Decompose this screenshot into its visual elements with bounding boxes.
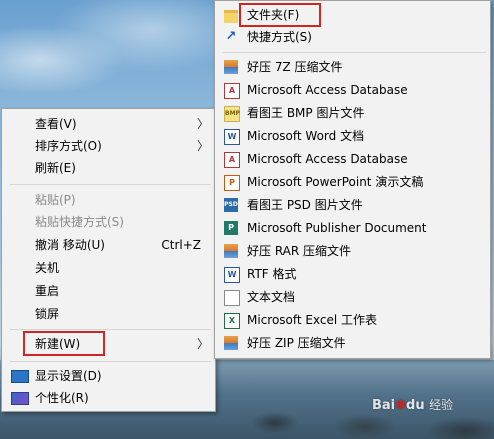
menu-item-label: 文本文档: [247, 290, 296, 304]
menu-item-refresh[interactable]: 刷新(E): [2, 157, 215, 179]
new-text-document-item[interactable]: 文本文档: [215, 286, 490, 308]
menu-item-label: 看图王 BMP 图片文件: [247, 106, 365, 120]
menu-item-label: Microsoft Access Database: [247, 152, 408, 166]
watermark-brand: Bai: [372, 398, 396, 413]
psd-icon: PSD: [224, 198, 238, 212]
menu-item-label: 锁屏: [35, 307, 60, 321]
archive-icon: [224, 244, 238, 258]
menu-item-sort[interactable]: 排序方式(O) 〉: [2, 135, 215, 157]
access-icon: A: [224, 83, 240, 99]
new-shortcut-item[interactable]: ↗ 快捷方式(S): [215, 26, 490, 48]
new-bmp-image-item[interactable]: BMP 看图王 BMP 图片文件: [215, 102, 490, 124]
shortcut-icon: ↗: [225, 29, 237, 44]
powerpoint-icon: P: [224, 175, 240, 191]
menu-item-lock[interactable]: 锁屏: [2, 303, 215, 325]
menu-item-label: 看图王 PSD 图片文件: [247, 198, 363, 212]
baidu-watermark: Bai✽du 经验: [372, 396, 453, 413]
menu-item-label: 个性化(R): [35, 391, 89, 405]
menu-separator: [223, 52, 486, 53]
watermark-suffix: 经验: [429, 398, 454, 412]
menu-item-restart[interactable]: 重启: [2, 280, 215, 302]
access-icon: A: [224, 152, 240, 168]
menu-item-paste[interactable]: 粘贴(P): [2, 189, 215, 211]
text-document-icon: [224, 290, 240, 306]
menu-item-label: RTF 格式: [247, 267, 297, 281]
new-access-database-item[interactable]: A Microsoft Access Database: [215, 79, 490, 101]
folder-item-highlight-box: [239, 3, 321, 27]
menu-separator: [10, 184, 211, 185]
submenu-arrow-icon: 〉: [196, 139, 209, 153]
menu-item-label: Microsoft Excel 工作表: [247, 313, 378, 327]
watermark-du: du: [406, 398, 425, 413]
folder-icon: [224, 10, 238, 23]
new-access-database-item-2[interactable]: A Microsoft Access Database: [215, 148, 490, 170]
menu-item-shutdown[interactable]: 关机: [2, 257, 215, 279]
menu-separator: [10, 361, 211, 362]
bmp-icon: BMP: [224, 106, 240, 122]
new-psd-image-item[interactable]: PSD 看图王 PSD 图片文件: [215, 194, 490, 216]
menu-item-label: 快捷方式(S): [247, 30, 312, 44]
menu-item-view[interactable]: 查看(V) 〉: [2, 113, 215, 135]
menu-item-label: Microsoft Word 文档: [247, 129, 365, 143]
submenu-arrow-icon: 〉: [196, 117, 209, 131]
menu-separator: [10, 329, 211, 330]
menu-item-personalize[interactable]: 个性化(R): [2, 387, 215, 409]
new-zip-archive-item[interactable]: 好压 ZIP 压缩文件: [215, 332, 490, 354]
new-submenu: 文件夹(F) ↗ 快捷方式(S) 好压 7Z 压缩文件 A Microsoft …: [214, 0, 491, 359]
new-item-highlight-box: [23, 331, 105, 356]
menu-item-label: Microsoft PowerPoint 演示文稿: [247, 175, 424, 189]
menu-item-label: 关机: [35, 261, 60, 275]
personalize-icon: [11, 392, 29, 405]
menu-item-label: 好压 7Z 压缩文件: [247, 60, 343, 74]
submenu-arrow-icon: 〉: [196, 337, 209, 351]
archive-icon: [224, 336, 238, 350]
new-excel-worksheet-item[interactable]: X Microsoft Excel 工作表: [215, 309, 490, 331]
menu-item-label: Microsoft Access Database: [247, 83, 408, 97]
rtf-icon: W: [224, 267, 240, 283]
watermark-paw-icon: ✽: [395, 398, 407, 413]
menu-item-label: 排序方式(O): [35, 139, 102, 153]
menu-item-display-settings[interactable]: 显示设置(D): [2, 365, 215, 387]
new-word-document-item[interactable]: W Microsoft Word 文档: [215, 125, 490, 147]
display-icon: [11, 370, 29, 383]
menu-item-label: 粘贴快捷方式(S): [35, 215, 124, 229]
menu-item-shortcut: Ctrl+Z: [161, 238, 201, 252]
menu-item-label: 查看(V): [35, 117, 77, 131]
new-rtf-document-item[interactable]: W RTF 格式: [215, 263, 490, 285]
new-7z-archive-item[interactable]: 好压 7Z 压缩文件: [215, 56, 490, 78]
menu-item-label: 撤消 移动(U): [35, 238, 105, 252]
menu-item-label: 刷新(E): [35, 161, 76, 175]
menu-item-paste-shortcut[interactable]: 粘贴快捷方式(S): [2, 211, 215, 233]
menu-item-label: 重启: [35, 284, 60, 298]
menu-item-label: 好压 RAR 压缩文件: [247, 244, 352, 258]
menu-item-label: 显示设置(D): [35, 369, 102, 383]
new-powerpoint-item[interactable]: P Microsoft PowerPoint 演示文稿: [215, 171, 490, 193]
menu-item-undo-move[interactable]: 撤消 移动(U) Ctrl+Z: [2, 234, 215, 256]
desktop-context-menu: 查看(V) 〉 排序方式(O) 〉 刷新(E) 粘贴(P) 粘贴快捷方式(S) …: [1, 108, 216, 412]
menu-item-label: 粘贴(P): [35, 193, 76, 207]
archive-icon: [224, 60, 238, 74]
publisher-icon: P: [224, 221, 238, 235]
word-icon: W: [224, 129, 240, 145]
menu-item-label: 好压 ZIP 压缩文件: [247, 336, 346, 350]
menu-item-label: Microsoft Publisher Document: [247, 221, 427, 235]
new-rar-archive-item[interactable]: 好压 RAR 压缩文件: [215, 240, 490, 262]
new-publisher-document-item[interactable]: P Microsoft Publisher Document: [215, 217, 490, 239]
excel-icon: X: [224, 313, 240, 329]
